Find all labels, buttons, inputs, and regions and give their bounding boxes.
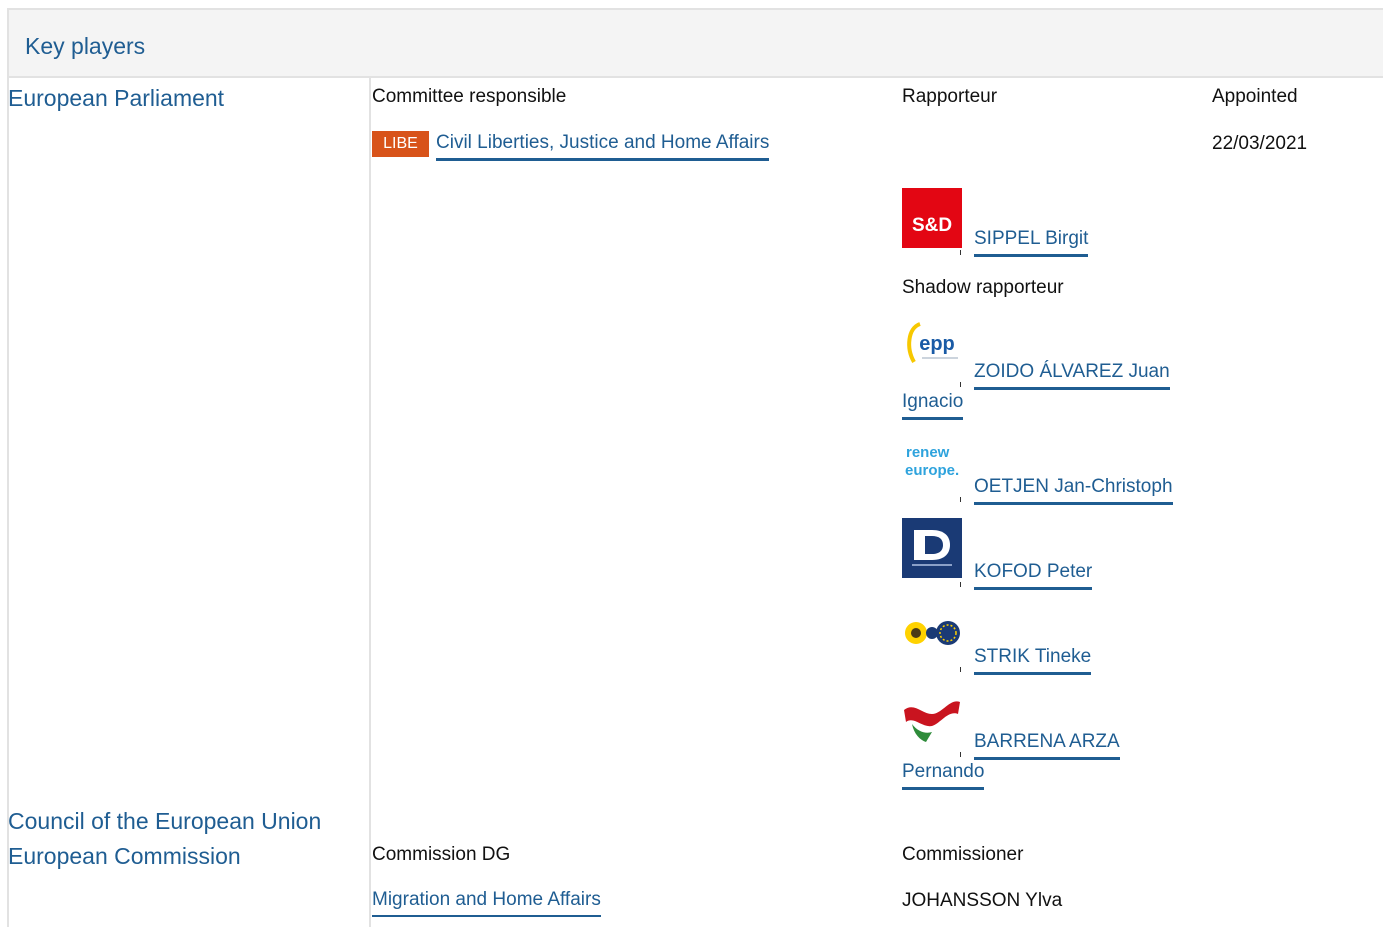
institution-european-commission: European Commission: [8, 843, 241, 869]
shadow-link-kofod[interactable]: KOFOD Peter: [974, 560, 1093, 590]
logo-tick: [960, 497, 961, 502]
committee-link[interactable]: Civil Liberties, Justice and Home Affair…: [436, 131, 770, 161]
id-group-logo: [902, 518, 962, 578]
rapporteur-heading: Rapporteur: [902, 86, 998, 107]
epp-group-logo: epp: [902, 318, 962, 378]
committee-responsible-heading: Committee responsible: [372, 86, 567, 107]
key-players-header: Key players: [7, 8, 1383, 78]
section-title: Key players: [25, 33, 146, 59]
appointed-date: 22/03/2021: [1212, 133, 1308, 154]
committee-badge: LIBE: [372, 131, 429, 157]
renew-europe-logo: renew europe.: [902, 433, 962, 493]
commissioner-heading: Commissioner: [902, 844, 1024, 865]
logo-tick: [960, 250, 961, 255]
shadow-link-oetjen[interactable]: OETJEN Jan-Christoph: [974, 475, 1173, 505]
logo-tick: [960, 582, 961, 587]
appointed-heading: Appointed: [1212, 86, 1298, 107]
logo-tick: [960, 382, 961, 387]
commission-dg-heading: Commission DG: [372, 844, 511, 865]
dg-link-migration[interactable]: Migration and Home Affairs: [372, 888, 601, 917]
left-divider: [7, 78, 9, 927]
svg-text:renew: renew: [906, 444, 950, 461]
sd-group-logo: S&D: [902, 188, 962, 248]
greens-efa-logo: [902, 603, 962, 663]
shadow-link-barrena-line2[interactable]: Pernando: [902, 760, 985, 790]
institution-european-parliament: European Parliament: [8, 85, 225, 111]
svg-text:S&D: S&D: [912, 215, 952, 236]
rapporteur-link-sippel[interactable]: SIPPEL Birgit: [974, 227, 1089, 257]
institution-council: Council of the European Union: [8, 808, 322, 834]
shadow-rapporteur-heading: Shadow rapporteur: [902, 277, 1064, 298]
svg-text:europe.: europe.: [905, 462, 959, 479]
shadow-link-zoido-line2[interactable]: Ignacio: [902, 390, 964, 420]
shadow-link-strik[interactable]: STRIK Tineke: [974, 645, 1092, 675]
column-divider: [369, 78, 371, 927]
commissioner-name: JOHANSSON Ylva: [902, 890, 1063, 911]
shadow-link-zoido[interactable]: ZOIDO ÁLVAREZ Juan: [974, 360, 1170, 390]
logo-tick: [960, 667, 961, 672]
svg-text:epp: epp: [919, 333, 955, 355]
gue-ngl-logo: [902, 688, 962, 748]
logo-tick: [960, 752, 961, 757]
shadow-link-barrena[interactable]: BARRENA ARZA: [974, 730, 1120, 760]
